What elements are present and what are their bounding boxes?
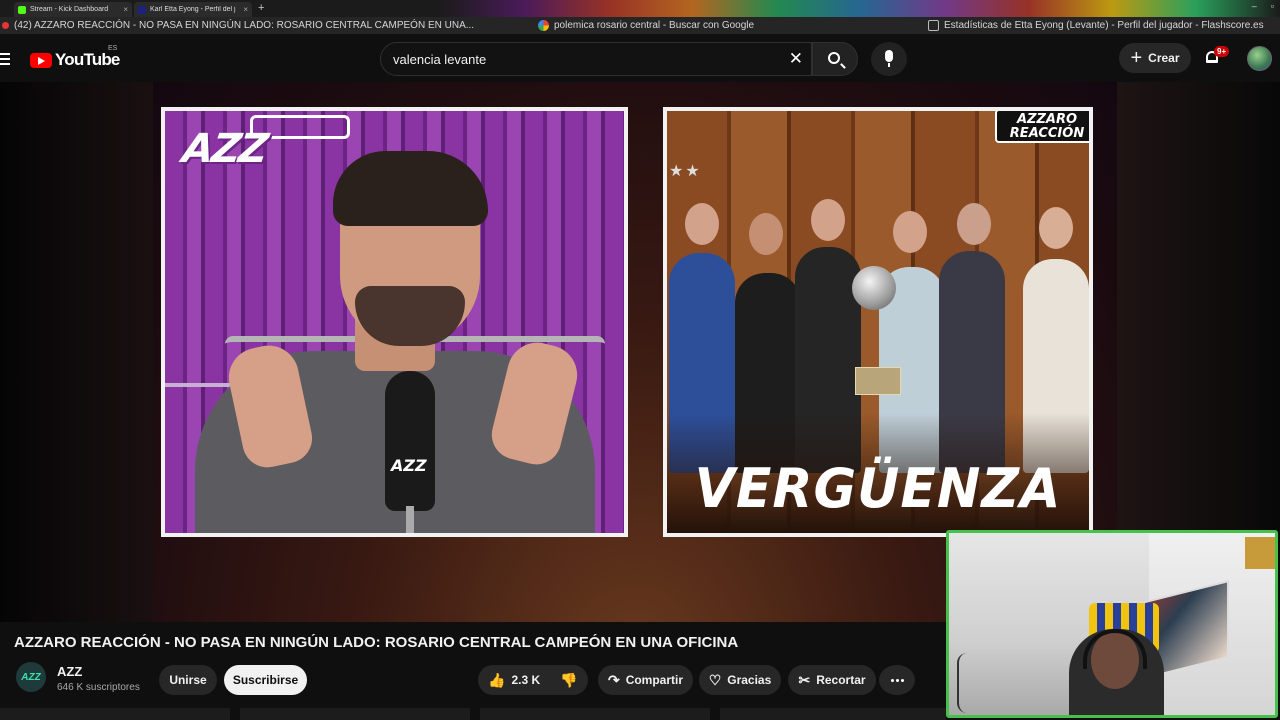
create-button[interactable]: + Crear bbox=[1119, 43, 1191, 73]
search-input[interactable] bbox=[393, 43, 773, 75]
more-actions-button[interactable] bbox=[879, 665, 915, 695]
youtube-wordmark: YouTube bbox=[55, 50, 120, 69]
microphone-logo: AZZ bbox=[391, 456, 427, 475]
microphone-prop bbox=[385, 371, 435, 511]
create-label: Crear bbox=[1148, 51, 1180, 65]
country-code: ES bbox=[108, 45, 118, 52]
search-button[interactable] bbox=[812, 42, 858, 76]
account-avatar[interactable] bbox=[1247, 46, 1272, 71]
azzaro-reaccion-tag: AZZARO REACCIÓN bbox=[995, 111, 1089, 143]
subscribe-button[interactable]: Suscribirse bbox=[224, 665, 307, 695]
description-preview-strip bbox=[0, 708, 946, 720]
flashscore-favicon-icon bbox=[138, 5, 146, 14]
channel-avatar[interactable]: AZZ bbox=[16, 662, 46, 692]
search-icon bbox=[828, 52, 840, 64]
google-icon bbox=[538, 20, 549, 31]
thanks-label: Gracias bbox=[727, 673, 772, 687]
person-6-head bbox=[1039, 207, 1073, 249]
search-box: ✕ bbox=[380, 42, 812, 76]
tabstrip-decoration bbox=[440, 0, 1280, 17]
browser-tab-strip: Stream - Kick Dashboard × Karl Etta Eyon… bbox=[0, 0, 1280, 17]
microphone-icon bbox=[885, 50, 893, 67]
share-label: Compartir bbox=[625, 673, 684, 687]
webcam-shelf bbox=[1245, 537, 1275, 569]
youtube-masthead: YouTube ES ✕ + Crear 9+ bbox=[0, 34, 1280, 82]
share-button[interactable]: ↷ Compartir bbox=[598, 665, 693, 695]
scissors-icon: ✂ bbox=[798, 672, 811, 688]
subscriber-count: 646 K suscriptores bbox=[57, 682, 140, 693]
recording-dot-icon bbox=[2, 22, 9, 29]
channel-name[interactable]: AZZ bbox=[57, 664, 82, 679]
close-tab-icon[interactable]: × bbox=[123, 5, 128, 14]
trophy-plate bbox=[855, 367, 901, 395]
webcam-overlay bbox=[946, 530, 1278, 718]
subscribe-label: Suscribirse bbox=[232, 673, 299, 687]
minimize-icon[interactable]: – bbox=[1252, 1, 1257, 11]
like-icon[interactable]: 👍 bbox=[488, 673, 505, 687]
clear-search-icon[interactable]: ✕ bbox=[789, 50, 803, 68]
plus-icon: + bbox=[1130, 47, 1143, 69]
window-controls: – ▫ bbox=[1252, 1, 1274, 11]
tab-title: Stream - Kick Dashboard bbox=[30, 6, 109, 13]
headline-text: VERGÜENZA bbox=[694, 457, 1062, 521]
browser-tab-flashscore[interactable]: Karl Etta Eyong - Perfil del jugador × bbox=[134, 2, 252, 17]
flashscore-icon bbox=[928, 20, 939, 31]
bookmark-google-search[interactable]: polemica rosario central - Buscar con Go… bbox=[538, 19, 754, 32]
notification-count-badge: 9+ bbox=[1214, 46, 1230, 57]
bookmarks-bar: (42) AZZARO REACCIÓN - NO PASA EN NINGÚN… bbox=[0, 17, 1280, 34]
streamer-panel: AZZ AZZ bbox=[161, 107, 628, 537]
news-photo-panel: ★★ AZZARO REACCIÓN VERGÜENZA bbox=[663, 107, 1093, 537]
stars-decoration: ★★ bbox=[669, 163, 702, 180]
close-tab-icon[interactable]: × bbox=[243, 5, 248, 14]
join-label: Unirse bbox=[169, 673, 207, 687]
bookmark-youtube-video[interactable]: (42) AZZARO REACCIÓN - NO PASA EN NINGÚN… bbox=[2, 19, 474, 32]
like-dislike-group: 👍 2.3 K 👎 bbox=[478, 665, 588, 695]
trophy-icon bbox=[852, 266, 896, 310]
like-count[interactable]: 2.3 K bbox=[511, 673, 540, 687]
thanks-button[interactable]: ♡ Gracias bbox=[699, 665, 781, 695]
video-title: AZZARO REACCIÓN - NO PASA EN NINGÚN LADO… bbox=[14, 634, 739, 651]
maximize-icon[interactable]: ▫ bbox=[1271, 1, 1274, 11]
browser-tab-kick[interactable]: Stream - Kick Dashboard × bbox=[14, 2, 132, 17]
join-button[interactable]: Unirse bbox=[159, 665, 217, 695]
person-4-head bbox=[893, 211, 927, 253]
menu-icon[interactable] bbox=[0, 53, 10, 68]
share-icon: ↷ bbox=[607, 672, 620, 688]
person-5-head bbox=[957, 203, 991, 245]
thanks-heart-icon: ♡ bbox=[708, 672, 722, 688]
person-2-head bbox=[749, 213, 783, 255]
bookmark-label: polemica rosario central - Buscar con Go… bbox=[554, 20, 755, 31]
channel-overlay-logo: AZZ bbox=[179, 126, 270, 172]
kick-favicon-icon bbox=[18, 5, 26, 14]
youtube-logo[interactable]: YouTube bbox=[30, 50, 120, 70]
more-dots-icon bbox=[890, 678, 894, 682]
microphone-pole bbox=[406, 506, 414, 533]
webcam-cable bbox=[957, 653, 977, 713]
dislike-icon[interactable]: 👎 bbox=[560, 673, 577, 687]
bookmark-label: Estadísticas de Etta Eyong (Levante) - P… bbox=[944, 20, 1264, 31]
person-3-head bbox=[811, 199, 845, 241]
tab-title: Karl Etta Eyong - Perfil del jugador bbox=[150, 6, 236, 13]
player-letterbox-left bbox=[0, 82, 153, 622]
video-owner-row: AZZ AZZ 646 K suscriptores Unirse Suscri… bbox=[0, 660, 946, 700]
bookmark-label: (42) AZZARO REACCIÓN - NO PASA EN NINGÚN… bbox=[14, 20, 475, 31]
youtube-play-icon bbox=[30, 52, 52, 68]
clip-button[interactable]: ✂ Recortar bbox=[788, 665, 876, 695]
new-tab-button[interactable]: + bbox=[258, 2, 264, 14]
clip-label: Recortar bbox=[816, 673, 866, 687]
bookmark-flashscore[interactable]: Estadísticas de Etta Eyong (Levante) - P… bbox=[928, 19, 1264, 32]
person-1-head bbox=[685, 203, 719, 245]
voice-search-button[interactable] bbox=[871, 42, 907, 76]
